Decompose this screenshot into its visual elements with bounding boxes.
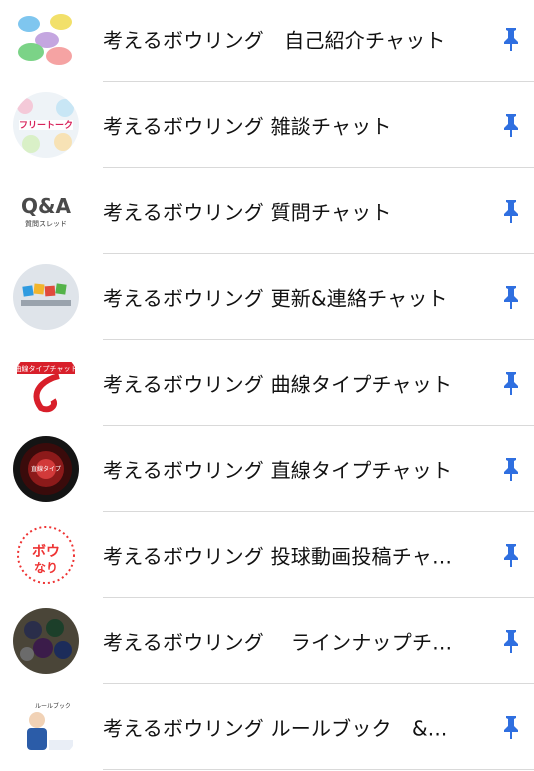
chat-title: 考えるボウリング ルールブック &... xyxy=(103,716,448,741)
chat-row[interactable]: 直線タイプ 考えるボウリング 直線タイプチャット xyxy=(0,426,534,512)
pin-icon[interactable] xyxy=(501,714,521,740)
chat-list: 考えるボウリング 自己紹介チャット フリートーク 考えるボウリング 雑談チャット xyxy=(0,0,534,771)
svg-text:なり: なり xyxy=(34,561,58,575)
pin-icon[interactable] xyxy=(501,112,521,138)
chat-row[interactable]: ボウ なり 考えるボウリング 投球動画投稿チャ… xyxy=(0,512,534,598)
chat-title: 考えるボウリング 投球動画投稿チャ… xyxy=(103,544,453,569)
chat-title: 考えるボウリング 直線タイプチャット xyxy=(103,458,453,483)
chat-title: 考えるボウリング 自己紹介チャット xyxy=(103,28,446,53)
chat-title: 考えるボウリング 曲線タイプチャット xyxy=(103,372,453,397)
chat-row[interactable]: ルールブック 考えるボウリング ルールブック &... xyxy=(0,684,534,770)
row-divider xyxy=(103,769,534,770)
chat-row[interactable]: 曲線タイプチャット 考えるボウリング 曲線タイプチャット xyxy=(0,340,534,426)
chat-row[interactable]: フリートーク 考えるボウリング 雑談チャット xyxy=(0,82,534,168)
chat-row[interactable]: 考えるボウリング 更新&連絡チャット xyxy=(0,254,534,340)
svg-text:直線タイプ: 直線タイプ xyxy=(31,465,61,473)
svg-text:ルールブック: ルールブック xyxy=(35,702,71,710)
chat-row[interactable]: 考えるボウリング ラインナップチ… xyxy=(0,598,534,684)
chat-avatar xyxy=(13,608,79,674)
pin-icon[interactable] xyxy=(501,628,521,654)
chat-title: 考えるボウリング 質問チャット xyxy=(103,200,392,225)
chat-avatar: Q&A 質問スレッド xyxy=(13,178,79,244)
svg-text:フリートーク: フリートーク xyxy=(19,120,73,131)
chat-avatar xyxy=(13,264,79,330)
pin-icon[interactable] xyxy=(501,284,521,310)
chat-row[interactable]: Q&A 質問スレッド 考えるボウリング 質問チャット xyxy=(0,168,534,254)
chat-title: 考えるボウリング ラインナップチ… xyxy=(103,630,453,655)
chat-avatar: ルールブック xyxy=(13,694,79,760)
pin-icon[interactable] xyxy=(501,198,521,224)
svg-text:ボウ: ボウ xyxy=(32,544,60,560)
chat-avatar: 直線タイプ xyxy=(13,436,79,502)
chat-avatar: ボウ なり xyxy=(13,522,79,588)
svg-text:質問スレッド: 質問スレッド xyxy=(25,219,67,228)
chat-title: 考えるボウリング 更新&連絡チャット xyxy=(103,286,448,311)
svg-text:曲線タイプチャット: 曲線タイプチャット xyxy=(15,364,78,373)
chat-avatar xyxy=(13,6,79,72)
chat-avatar: フリートーク xyxy=(13,92,79,158)
pin-icon[interactable] xyxy=(501,542,521,568)
chat-row[interactable]: 考えるボウリング 自己紹介チャット xyxy=(0,0,534,82)
pin-icon[interactable] xyxy=(501,26,521,52)
chat-avatar: 曲線タイプチャット xyxy=(13,350,79,416)
chat-title: 考えるボウリング 雑談チャット xyxy=(103,114,392,139)
pin-icon[interactable] xyxy=(501,370,521,396)
pin-icon[interactable] xyxy=(501,456,521,482)
svg-text:Q&A: Q&A xyxy=(21,194,71,218)
